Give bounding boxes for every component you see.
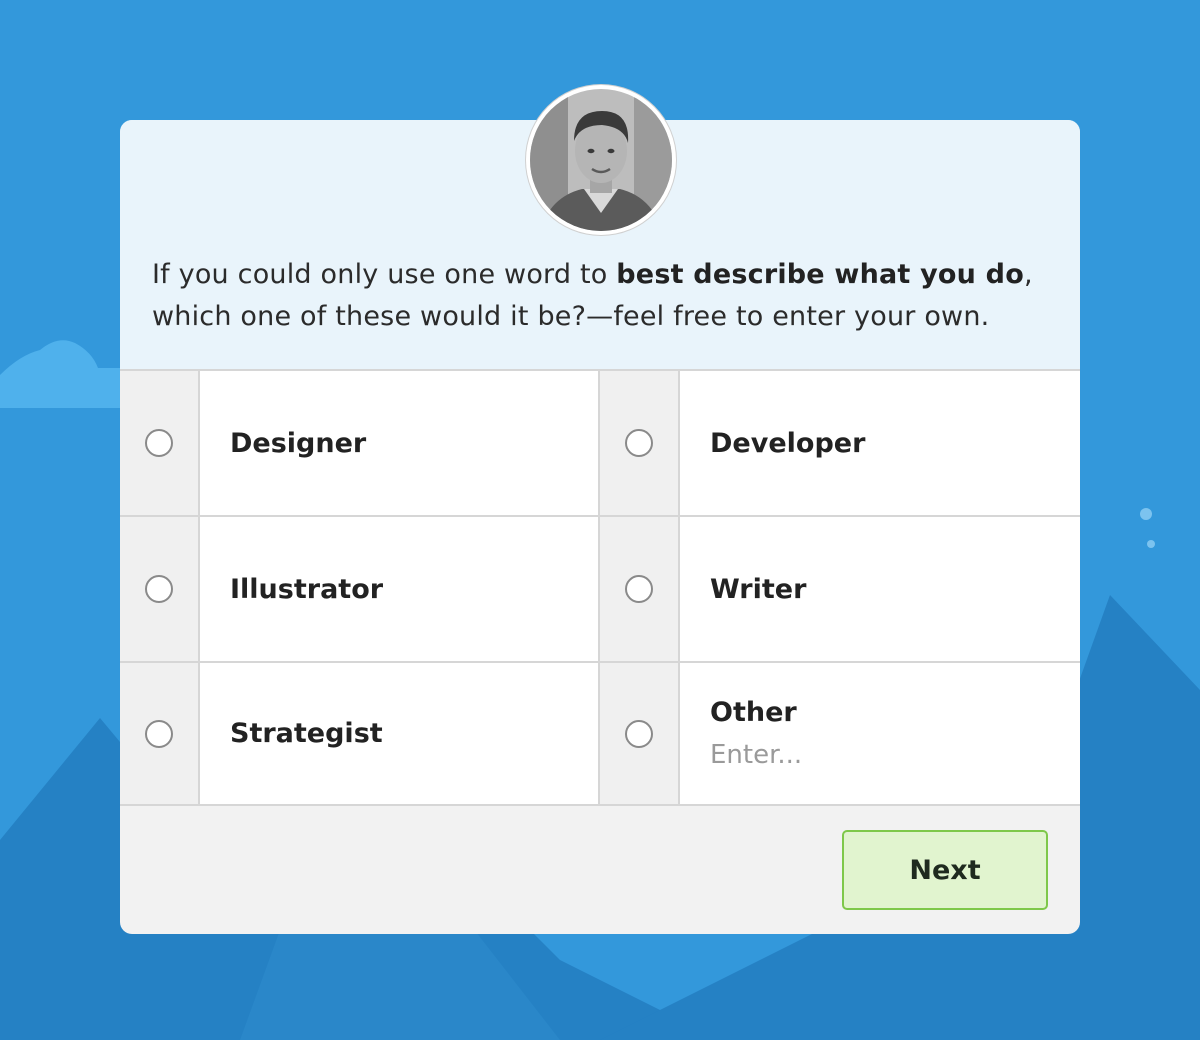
option-designer[interactable]: Designer <box>120 371 600 517</box>
option-label: Developer <box>710 427 866 459</box>
radio-button[interactable] <box>145 719 173 748</box>
option-label: Strategist <box>230 718 383 749</box>
radio-button[interactable] <box>625 719 653 748</box>
option-other[interactable]: Other <box>598 663 1080 806</box>
option-illustrator[interactable]: Illustrator <box>120 517 600 663</box>
options-grid: Designer Developer Illustrator Writer St… <box>120 371 1080 806</box>
next-button[interactable]: Next <box>842 830 1048 910</box>
radio-button[interactable] <box>145 429 173 457</box>
radio-button[interactable] <box>625 575 653 603</box>
radio-button[interactable] <box>145 575 173 603</box>
option-writer[interactable]: Writer <box>598 517 1080 663</box>
dot <box>1147 540 1155 548</box>
option-strategist[interactable]: Strategist <box>120 663 600 806</box>
survey-card: If you could only use one word to best d… <box>120 120 1080 934</box>
other-text-input[interactable] <box>710 740 1050 770</box>
avatar <box>526 85 676 235</box>
option-label: Other <box>710 697 797 728</box>
cloud-shape <box>0 340 125 408</box>
option-label: Writer <box>710 573 807 605</box>
user-avatar-icon <box>530 89 672 231</box>
question-text: If you could only use one word to best d… <box>152 259 1033 332</box>
option-label: Designer <box>230 427 367 459</box>
dot <box>1140 508 1152 520</box>
question-emphasis: best describe what you do <box>616 259 1024 290</box>
option-label: Illustrator <box>230 573 384 605</box>
radio-button[interactable] <box>625 429 653 457</box>
option-developer[interactable]: Developer <box>598 371 1080 517</box>
